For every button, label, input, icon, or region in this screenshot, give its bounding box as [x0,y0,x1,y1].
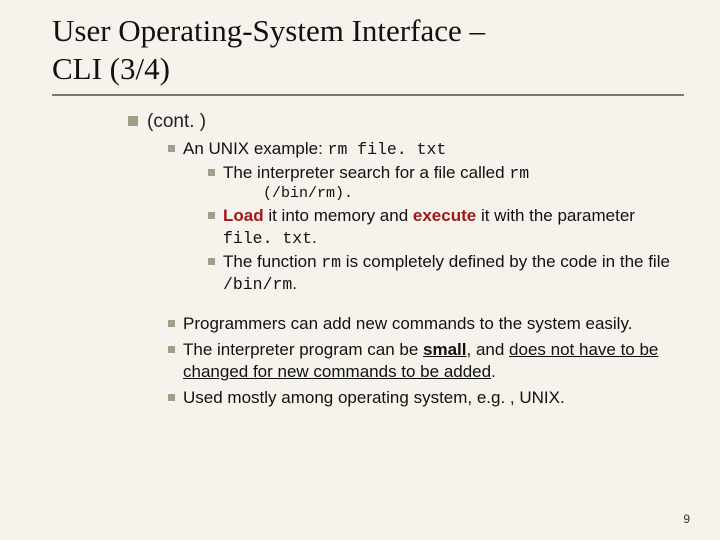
emph-small: small [423,340,466,359]
bullet-cont: (cont. ) [128,110,684,134]
code-rm: rm [321,253,341,272]
text-segment: , and [467,340,510,359]
square-bullet-icon [208,258,215,265]
bullet-interpreter-small: The interpreter program can be small, an… [168,339,684,383]
code-file-txt: file. txt [223,229,312,248]
code-rm: rm [509,164,529,183]
bullet-unix-example: An UNIX example: rm file. txt [168,138,684,160]
square-bullet-icon [208,169,215,176]
bullet-load-execute: Load it into memory and execute it with … [208,205,684,249]
add-commands-text: Programmers can add new commands to the … [183,313,684,335]
interpreter-search-text: The interpreter search for a file called… [223,162,684,184]
text-segment: . [491,362,496,381]
text-segment: is completely defined by the code in the… [341,252,670,271]
unix-example-text: An UNIX example: rm file. txt [183,138,684,160]
code-bin-rm: /bin/rm [223,275,292,294]
text-segment: An UNIX example: [183,139,328,158]
function-defined-text: The function rm is completely defined by… [223,251,684,295]
slide-title: User Operating-System Interface – CLI (3… [52,12,684,90]
load-execute-text: Load it into memory and execute it with … [223,205,684,249]
emph-execute: execute [413,206,476,225]
text-segment: it into memory and [264,206,413,225]
text-segment: The function [223,252,321,271]
bullet-used-unix: Used mostly among operating system, e.g.… [168,387,684,409]
square-bullet-icon [168,320,175,327]
text-segment: . [312,228,317,247]
text-segment: The interpreter search for a file called [223,163,509,182]
bullet-add-commands: Programmers can add new commands to the … [168,313,684,335]
square-bullet-icon [168,346,175,353]
square-bullet-icon [208,212,215,219]
cont-label: (cont. ) [147,110,684,134]
text-segment: it with the parameter [476,206,635,225]
bin-path-text: (/bin/rm). [263,184,684,203]
page-number: 9 [683,512,690,526]
text-segment: . [292,274,297,293]
square-bullet-icon [168,145,175,152]
bullet-function-defined: The function rm is completely defined by… [208,251,684,295]
bullet-interpreter-search: The interpreter search for a file called… [208,162,684,184]
interpreter-small-text: The interpreter program can be small, an… [183,339,684,383]
bullet-bin-path: (/bin/rm). [248,184,684,203]
title-underline [52,94,684,96]
square-bullet-icon [168,394,175,401]
code-rm-file: rm file. txt [328,140,447,159]
emph-load: Load [223,206,264,225]
used-unix-text: Used mostly among operating system, e.g.… [183,387,684,409]
title-line-2: CLI (3/4) [52,51,170,86]
text-segment: The interpreter program can be [183,340,423,359]
title-line-1: User Operating-System Interface – [52,13,485,48]
square-bullet-icon [128,116,138,126]
